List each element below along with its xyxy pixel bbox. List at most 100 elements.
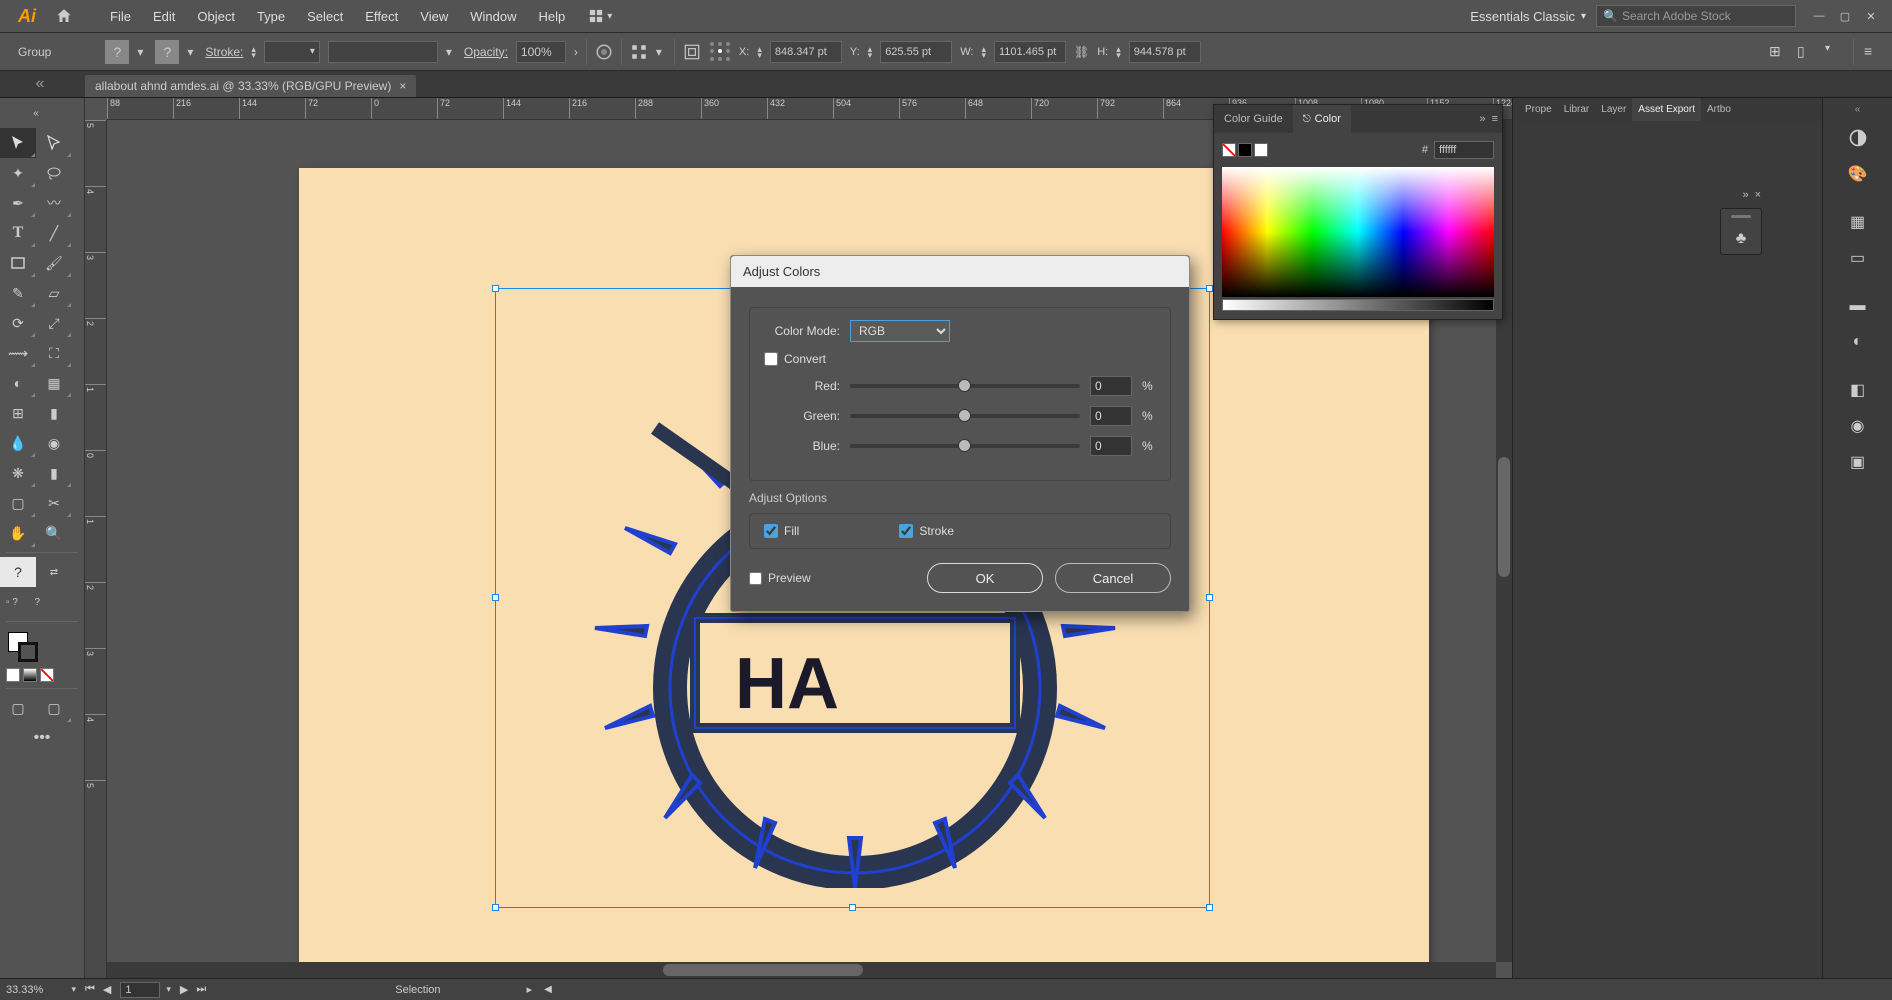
scrollbar-horizontal[interactable] bbox=[107, 962, 1496, 978]
panel-menu-icon[interactable]: ≡ bbox=[1492, 113, 1498, 125]
gradient-tool[interactable]: ▮ bbox=[36, 398, 72, 428]
grayscale-strip[interactable] bbox=[1222, 299, 1494, 311]
tab-color[interactable]: ⎋Color bbox=[1293, 105, 1351, 133]
brush-dropdown-icon[interactable]: ▾ bbox=[446, 45, 456, 59]
recolor-icon[interactable] bbox=[595, 43, 613, 61]
brush-definition-select[interactable] bbox=[328, 41, 438, 63]
cancel-button[interactable]: Cancel bbox=[1055, 563, 1171, 593]
color-spectrum[interactable] bbox=[1222, 167, 1494, 297]
h-stepper-icon[interactable]: ▴▾ bbox=[1116, 46, 1121, 58]
convert-checkbox[interactable]: Convert bbox=[764, 352, 826, 366]
tabs-collapse-icon[interactable] bbox=[0, 70, 80, 97]
menu-window[interactable]: Window bbox=[460, 0, 526, 33]
red-slider[interactable] bbox=[850, 384, 1080, 388]
w-input[interactable]: 1101.465 pt bbox=[994, 41, 1066, 63]
home-icon[interactable] bbox=[48, 0, 80, 33]
line-tool[interactable]: ╱ bbox=[36, 218, 72, 248]
tab-close-icon[interactable]: × bbox=[399, 79, 406, 93]
opacity-input[interactable]: 100% bbox=[516, 41, 566, 63]
rectangle-tool[interactable] bbox=[0, 248, 36, 278]
x-stepper-icon[interactable]: ▴▾ bbox=[757, 46, 762, 58]
close-icon[interactable]: ✕ bbox=[1858, 10, 1884, 23]
status-arrow-icon[interactable]: ▸ bbox=[527, 983, 533, 996]
zoom-tool[interactable]: 🔍 bbox=[36, 518, 72, 548]
panel-menu-icon[interactable]: ≡ bbox=[1864, 43, 1882, 61]
stroke-panel-link[interactable]: Stroke: bbox=[205, 45, 243, 59]
paintbrush-tool[interactable]: 🖌 bbox=[36, 248, 72, 278]
arrange-docs-icon[interactable]: ▾ bbox=[589, 9, 612, 23]
tab-asset-export[interactable]: Asset Export bbox=[1632, 98, 1701, 121]
artboard-tool[interactable]: ▢ bbox=[0, 488, 36, 518]
stroke-swatch[interactable]: ? bbox=[155, 40, 179, 64]
gradient-panel-icon[interactable]: ◐ bbox=[1841, 325, 1875, 359]
transform-icon[interactable] bbox=[683, 43, 701, 61]
artboard-dd-icon[interactable]: ▾ bbox=[166, 984, 171, 995]
color-mode-select[interactable]: RGB bbox=[850, 320, 950, 342]
color-themes-icon[interactable]: 🎨 bbox=[1841, 157, 1875, 191]
maximize-icon[interactable]: ▢ bbox=[1832, 10, 1858, 23]
menu-help[interactable]: Help bbox=[528, 0, 575, 33]
blue-input[interactable] bbox=[1090, 436, 1132, 456]
x-input[interactable]: 848.347 pt bbox=[770, 41, 842, 63]
toggle-fill-stroke[interactable]: ? bbox=[0, 557, 36, 587]
fill-swatch[interactable]: ? bbox=[105, 40, 129, 64]
column-graph-tool[interactable]: ▮ bbox=[36, 458, 72, 488]
width-tool[interactable]: ⟿ bbox=[0, 338, 36, 368]
selection-tool[interactable] bbox=[0, 128, 36, 158]
dock-close-icon[interactable]: × bbox=[1755, 189, 1761, 201]
collapse-icon[interactable]: « bbox=[0, 98, 72, 128]
symbol-sprayer-tool[interactable]: ❋ bbox=[0, 458, 36, 488]
h-input[interactable]: 944.578 pt bbox=[1129, 41, 1201, 63]
tab-artboards[interactable]: Artbo bbox=[1701, 98, 1737, 121]
chevron-down-icon[interactable]: ▾ bbox=[1825, 43, 1843, 61]
brushes-panel-icon[interactable]: ▭ bbox=[1841, 241, 1875, 275]
default-fill-stroke-icon[interactable]: ⇄ bbox=[36, 557, 72, 587]
fill-checkbox[interactable]: Fill bbox=[764, 524, 799, 538]
pen-tool[interactable]: ✒ bbox=[0, 188, 36, 218]
isolate-icon[interactable]: ⊞ bbox=[1769, 43, 1787, 61]
fill-dropdown-icon[interactable]: ▾ bbox=[137, 45, 147, 59]
curvature-tool[interactable]: 〰 bbox=[36, 188, 72, 218]
transparency-panel-icon[interactable]: ◧ bbox=[1841, 373, 1875, 407]
panel-collapse-icon[interactable]: » bbox=[1479, 113, 1485, 125]
color-mode-swatches[interactable] bbox=[0, 666, 84, 684]
scale-tool[interactable]: ⤢ bbox=[36, 308, 72, 338]
y-input[interactable]: 625.55 pt bbox=[880, 41, 952, 63]
opacity-panel-link[interactable]: Opacity: bbox=[464, 45, 508, 59]
shape-builder-tool[interactable]: ◐ bbox=[0, 368, 36, 398]
appearance-panel-icon[interactable]: ◉ bbox=[1841, 409, 1875, 443]
stroke-stepper-icon[interactable]: ▴▾ bbox=[251, 46, 256, 58]
y-stepper-icon[interactable]: ▴▾ bbox=[868, 46, 873, 58]
edit-icon[interactable]: ▯ bbox=[1797, 43, 1815, 61]
screen-mode-icon[interactable]: ▢ bbox=[36, 693, 72, 723]
menu-file[interactable]: File bbox=[100, 0, 141, 33]
lasso-tool[interactable] bbox=[36, 158, 72, 188]
fill-stroke-proxy[interactable] bbox=[0, 626, 84, 666]
tab-properties[interactable]: Prope bbox=[1519, 98, 1558, 121]
workspace-switcher[interactable]: Essentials Classic ▾ bbox=[1462, 9, 1594, 24]
eraser-tool[interactable]: ▱ bbox=[36, 278, 72, 308]
none-swatch[interactable] bbox=[1222, 143, 1236, 157]
menu-edit[interactable]: Edit bbox=[143, 0, 185, 33]
tab-libraries[interactable]: Librar bbox=[1558, 98, 1596, 121]
red-input[interactable] bbox=[1090, 376, 1132, 396]
green-input[interactable] bbox=[1090, 406, 1132, 426]
shaper-tool[interactable]: ✎ bbox=[0, 278, 36, 308]
swatches-panel-icon[interactable]: ▦ bbox=[1841, 205, 1875, 239]
stroke-dropdown-icon[interactable]: ▾ bbox=[187, 45, 197, 59]
opacity-arrow-icon[interactable]: › bbox=[574, 45, 578, 59]
free-transform-tool[interactable]: ⛶ bbox=[36, 338, 72, 368]
black-swatch[interactable] bbox=[1238, 143, 1252, 157]
first-artboard-icon[interactable]: ⏮ bbox=[82, 983, 98, 996]
magic-wand-tool[interactable]: ✦ bbox=[0, 158, 36, 188]
menu-view[interactable]: View bbox=[410, 0, 458, 33]
menu-select[interactable]: Select bbox=[297, 0, 353, 33]
perspective-tool[interactable]: ▦ bbox=[36, 368, 72, 398]
dock-collapse-icon[interactable]: « bbox=[1855, 104, 1861, 115]
white-swatch[interactable] bbox=[1254, 143, 1268, 157]
tab-color-guide[interactable]: Color Guide bbox=[1214, 105, 1293, 133]
rotate-tool[interactable]: ⟳ bbox=[0, 308, 36, 338]
w-stepper-icon[interactable]: ▴▾ bbox=[981, 46, 986, 58]
draw-mode-normal[interactable]: ▢ bbox=[0, 693, 36, 723]
mesh-tool[interactable]: ⊞ bbox=[0, 398, 36, 428]
